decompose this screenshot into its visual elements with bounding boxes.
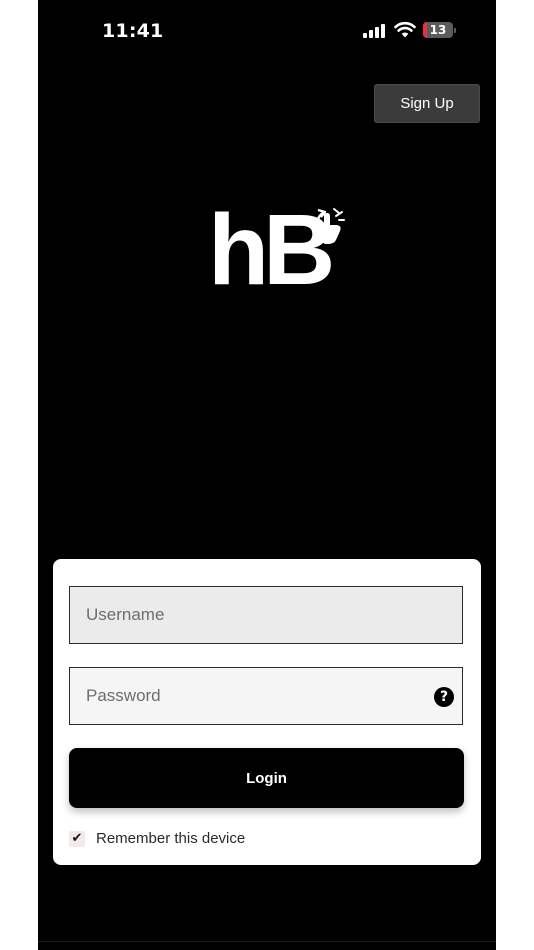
sign-up-button[interactable]: Sign Up	[374, 84, 480, 123]
battery-icon: 13	[423, 22, 453, 38]
divider	[38, 941, 496, 942]
app-logo: hB	[208, 200, 345, 290]
app-screen: 11:41 13 Sign Up hB ? Login	[38, 0, 496, 950]
cellular-signal-icon	[363, 24, 387, 38]
wifi-icon	[394, 21, 416, 38]
login-button[interactable]: Login	[69, 748, 464, 808]
password-input[interactable]	[70, 668, 462, 724]
battery-cap	[454, 28, 456, 33]
battery-level: 13	[429, 23, 447, 37]
login-card: ? Login ✔ Remember this device	[53, 559, 481, 865]
logo-text: hB	[208, 200, 331, 290]
remember-device-label: Remember this device	[96, 830, 246, 847]
status-time: 11:41	[102, 20, 164, 42]
username-input[interactable]	[70, 587, 462, 643]
password-help-icon[interactable]: ?	[434, 687, 454, 707]
remember-checkbox[interactable]: ✔	[69, 831, 85, 847]
username-field-container	[69, 586, 463, 644]
password-field-container: ?	[69, 667, 463, 725]
